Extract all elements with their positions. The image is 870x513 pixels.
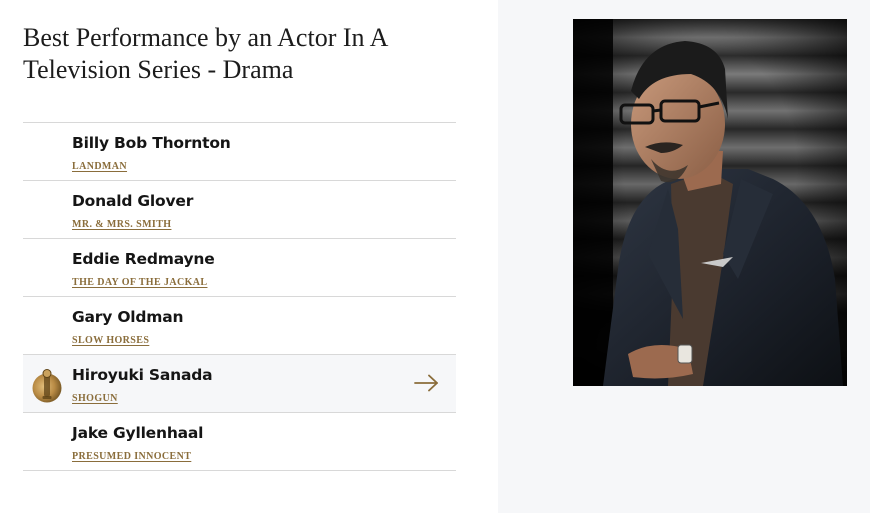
nominee-row[interactable]: Jake Gyllenhaal PRESUMED INNOCENT: [23, 413, 456, 471]
category-title: Best Performance by an Actor In A Televi…: [23, 23, 387, 84]
nominee-show-link[interactable]: THE DAY OF THE JACKAL: [72, 277, 207, 288]
arrow-right-icon[interactable]: [414, 374, 439, 392]
nominee-name: Eddie Redmayne: [72, 250, 215, 268]
nominee-name: Jake Gyllenhaal: [72, 424, 204, 442]
nominee-show-link[interactable]: SHOGUN: [72, 393, 118, 404]
nominee-portrait-photo: [573, 19, 847, 386]
nominee-name: Donald Glover: [72, 192, 194, 210]
nominee-row[interactable]: Billy Bob Thornton LANDMAN: [23, 123, 456, 181]
golden-globe-trophy-icon: [32, 369, 62, 403]
nominee-photo-panel: [498, 0, 870, 513]
nominee-row[interactable]: Gary Oldman SLOW HORSES: [23, 297, 456, 355]
nominee-show-link[interactable]: PRESUMED INNOCENT: [72, 451, 191, 462]
nominees-panel: Best Performance by an Actor In A Televi…: [0, 0, 498, 513]
nominee-show-link[interactable]: MR. & MRS. SMITH: [72, 219, 171, 230]
nominee-row-winner[interactable]: Hiroyuki Sanada SHOGUN: [23, 355, 456, 413]
nominee-row[interactable]: Donald Glover MR. & MRS. SMITH: [23, 181, 456, 239]
nominee-show-link[interactable]: LANDMAN: [72, 161, 127, 172]
nominee-show-link[interactable]: SLOW HORSES: [72, 335, 149, 346]
nominee-name: Hiroyuki Sanada: [72, 366, 213, 384]
nominee-name: Gary Oldman: [72, 308, 184, 326]
nominee-row[interactable]: Eddie Redmayne THE DAY OF THE JACKAL: [23, 239, 456, 297]
nominee-name: Billy Bob Thornton: [72, 134, 231, 152]
nominee-list: Billy Bob Thornton LANDMAN Donald Glover…: [23, 122, 456, 471]
